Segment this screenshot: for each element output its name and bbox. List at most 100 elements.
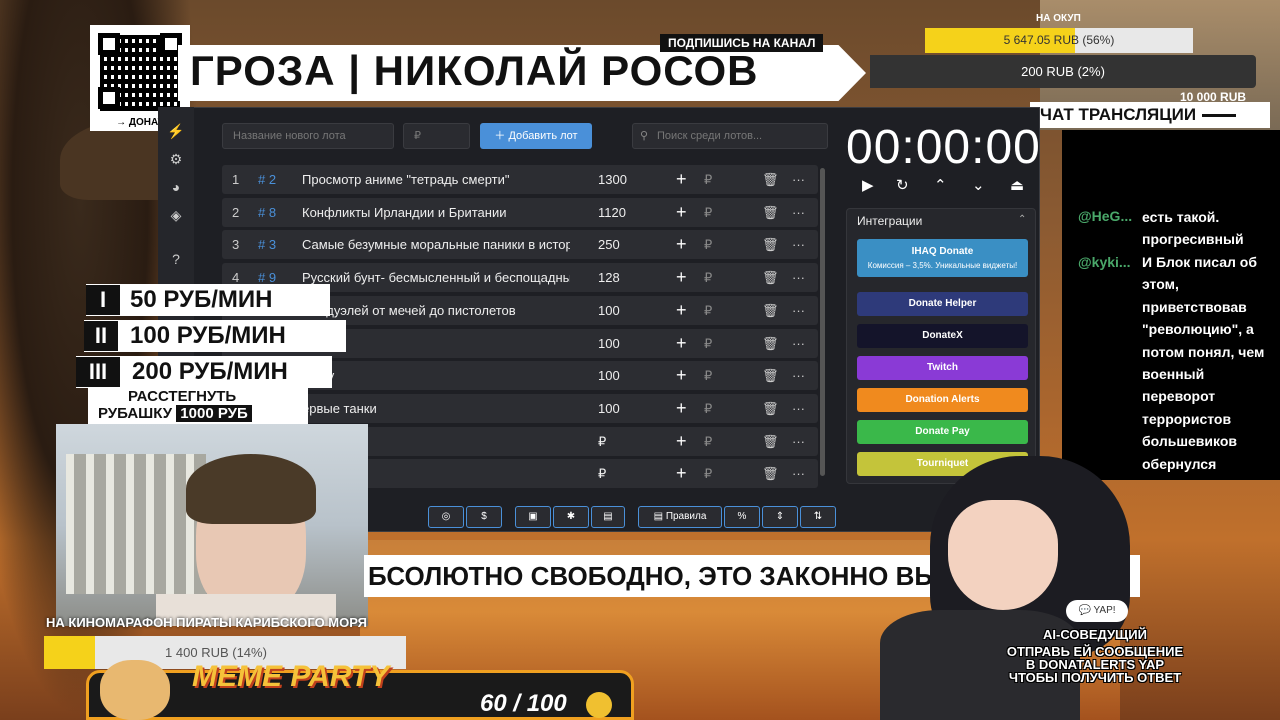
chat-user: @kyki... — [1078, 254, 1131, 270]
lot-row[interactable]: 3 # 3 Самые безумные моральные паники в ис… — [222, 230, 818, 260]
chat-header-label: ЧАТ ТРАНСЛЯЦИИ — [1040, 105, 1197, 124]
search-lots-input[interactable]: Поиск среди лотов... — [632, 123, 828, 149]
more-icon[interactable]: ··· — [792, 296, 805, 325]
split-button[interactable]: ⇕ — [762, 506, 798, 528]
chevron-up-icon[interactable]: ⌃ — [934, 176, 947, 194]
add-amount-icon[interactable]: + — [676, 329, 687, 358]
lot-amount[interactable]: 128 — [598, 263, 620, 292]
goal-label: НА ОКУП — [1036, 13, 1081, 24]
add-amount-icon[interactable]: + — [676, 427, 687, 456]
integration-button[interactable]: Twitch — [857, 356, 1028, 380]
help-icon[interactable]: ? — [166, 249, 186, 269]
ruble-icon: ₽ — [704, 204, 713, 220]
chat-header: ЧАТ ТРАНСЛЯЦИИ — [1030, 102, 1270, 128]
trash-icon[interactable]: 🗑 — [762, 394, 779, 423]
more-icon[interactable]: ··· — [792, 230, 805, 259]
more-icon[interactable]: ··· — [792, 459, 805, 488]
integrations-title: Интеграции — [857, 214, 923, 228]
trash-icon[interactable]: 🗑 — [762, 230, 779, 259]
rules-button[interactable]: ▤ Правила — [638, 506, 722, 528]
donate-button[interactable]: $ — [466, 506, 502, 528]
integration-button[interactable]: IHAQ Donate Комиссия – 3,5%. Уникальные в… — [857, 239, 1028, 277]
add-amount-icon[interactable]: + — [676, 361, 687, 390]
meme-party-label: MEME PARTY — [192, 660, 390, 693]
integration-button[interactable]: DonateX — [857, 324, 1028, 348]
more-icon[interactable]: ··· — [792, 165, 805, 194]
more-icon[interactable]: ··· — [792, 263, 805, 292]
lot-amount[interactable]: ₽ — [598, 427, 606, 456]
lot-name[interactable]: Русский бунт- бесмысленный и беспощадны — [302, 263, 570, 292]
lot-amount[interactable]: 100 — [598, 329, 620, 358]
github-button[interactable]: ◎ — [428, 506, 464, 528]
more-icon[interactable]: ··· — [792, 394, 805, 423]
sort-button[interactable]: ⇅ — [800, 506, 836, 528]
rate-badge: I 50 РУБ/МИН — [86, 284, 330, 316]
add-amount-icon[interactable]: + — [676, 263, 687, 292]
reset-icon[interactable]: ↻ — [896, 176, 909, 194]
streamer-hair — [186, 454, 316, 524]
more-icon[interactable]: ··· — [792, 361, 805, 390]
lot-name[interactable]: игулу — [302, 361, 570, 390]
lot-name[interactable]: ервые танки — [302, 394, 570, 423]
save-button[interactable]: ▣ — [515, 506, 551, 528]
trash-icon[interactable]: 🗑 — [762, 427, 779, 456]
integration-button[interactable]: Donation Alerts — [857, 388, 1028, 412]
bug-icon[interactable]: ✱ — [553, 506, 589, 528]
lot-name[interactable]: Просмотр аниме "тетрадь смерти" — [302, 165, 570, 194]
lot-row[interactable]: 1 # 2 Просмотр аниме "тетрадь смерти" 1300 +… — [222, 165, 818, 194]
percent-button[interactable]: % — [724, 506, 760, 528]
integration-sublabel: Комиссия – 3,5%. Уникальные виджеты! — [867, 261, 1018, 270]
trash-icon[interactable]: 🗑 — [762, 165, 779, 194]
integration-button[interactable]: Donate Pay — [857, 420, 1028, 444]
more-icon[interactable]: ··· — [792, 329, 805, 358]
add-amount-icon[interactable]: + — [676, 394, 687, 423]
play-icon[interactable]: ▶ — [862, 176, 874, 194]
add-amount-icon[interactable]: + — [676, 459, 687, 488]
logo-icon[interactable]: ⚡ — [166, 121, 186, 141]
ruble-icon: ₽ — [704, 302, 713, 318]
lot-name[interactable]: Самые безумные моральные паники в истор — [302, 230, 570, 259]
more-icon[interactable]: ··· — [792, 198, 805, 227]
chevron-down-icon[interactable]: ⌄ — [972, 176, 985, 194]
ruble-icon: ₽ — [704, 172, 713, 187]
add-lot-button[interactable]: ＋ Добавить лот — [480, 123, 592, 149]
shirt-price: 1000 РУБ — [176, 405, 252, 422]
add-amount-icon[interactable]: + — [676, 296, 687, 325]
lot-id: # 8 — [258, 204, 277, 220]
trash-icon[interactable]: 🗑 — [762, 361, 779, 390]
lot-row[interactable]: 2 # 8 Конфликты Ирландии и Британии 1120 + ₽ 🗑… — [222, 197, 818, 227]
new-lot-input[interactable]: Название нового лота — [222, 123, 394, 149]
lot-row[interactable]: ервые танки 100 + ₽ 🗑 ··· — [222, 393, 818, 423]
trash-toolbar-button[interactable]: ▤ — [591, 506, 625, 528]
trash-icon[interactable]: 🗑 — [762, 263, 779, 292]
lot-amount-input[interactable]: ₽ — [403, 123, 470, 149]
trash-icon[interactable]: 🗑 — [762, 459, 779, 488]
lot-amount[interactable]: ₽ — [598, 459, 606, 488]
trash-icon[interactable]: 🗑 — [762, 198, 779, 227]
yap-badge: 💬 YAP! — [1066, 600, 1128, 622]
trash-icon[interactable]: 🗑 — [762, 296, 779, 325]
lots-scrollbar[interactable] — [820, 168, 825, 476]
eject-icon[interactable]: ⏏ — [1010, 176, 1024, 194]
lot-amount[interactable]: 100 — [598, 296, 620, 325]
layers-icon[interactable]: ◈ — [166, 205, 186, 225]
trash-icon[interactable]: 🗑 — [762, 329, 779, 358]
lot-amount[interactable]: 100 — [598, 394, 620, 423]
more-icon[interactable]: ··· — [792, 427, 805, 456]
add-amount-icon[interactable]: + — [676, 230, 687, 259]
lot-amount[interactable]: 1300 — [598, 165, 627, 194]
webcam-background-building — [66, 454, 206, 594]
lot-name[interactable]: Конфликты Ирландии и Британии — [302, 198, 570, 227]
ruble-icon: ₽ — [704, 237, 713, 253]
lot-amount[interactable]: 100 — [598, 361, 620, 390]
lot-amount[interactable]: 250 — [598, 230, 620, 259]
chevron-up-icon[interactable]: ⌃ — [1018, 214, 1026, 225]
gear-icon[interactable]: ⚙ — [166, 149, 186, 169]
subscribe-badge: ПОДПИШИСЬ НА КАНАЛ — [660, 34, 824, 52]
lot-amount[interactable]: 1120 — [598, 198, 626, 227]
pie-chart-icon[interactable]: ◕ — [166, 177, 186, 197]
unbutton-shirt-badge: РАССТЕГНУТЬ РУБАШКУ 1000 РУБ — [88, 388, 308, 428]
add-amount-icon[interactable]: + — [676, 198, 687, 227]
add-amount-icon[interactable]: + — [676, 165, 687, 194]
integration-button[interactable]: Donate Helper — [857, 292, 1028, 316]
